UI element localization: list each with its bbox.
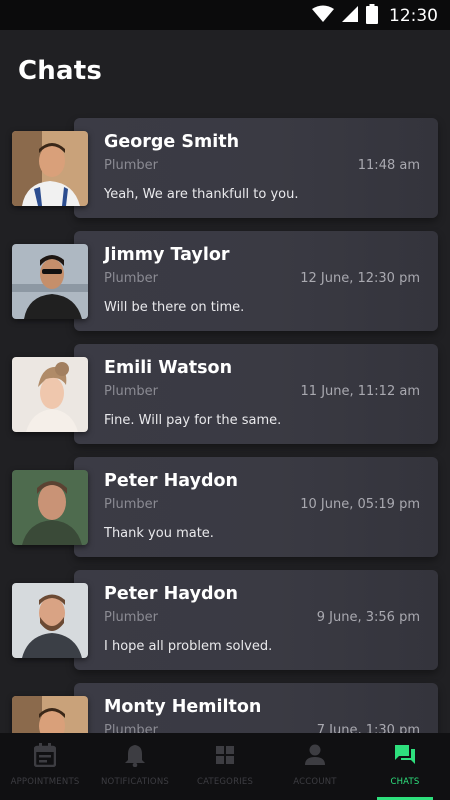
nav-label: CATEGORIES [196, 777, 254, 787]
contact-role: Plumber [104, 384, 158, 399]
status-time: 12:30 [389, 6, 438, 26]
nav-label: NOTIFICATIONS [101, 777, 169, 787]
message-time: 9 June, 3:56 pm [316, 610, 420, 625]
message-preview: Yeah, We are thankfull to you. [104, 187, 299, 202]
message-preview: Fine. Will pay for the same. [104, 413, 282, 428]
avatar [12, 583, 88, 658]
contact-name: Jimmy Taylor [104, 245, 230, 265]
nav-label: APPOINTMENTS [10, 777, 80, 787]
calendar-icon [33, 743, 57, 768]
chat-item[interactable]: Emili Watson Plumber 11 June, 11:12 am F… [0, 344, 450, 457]
chat-item[interactable]: Jimmy Taylor Plumber 12 June, 12:30 pm W… [0, 231, 450, 344]
chat-item[interactable]: Peter Haydon Plumber 9 June, 3:56 pm I h… [0, 570, 450, 683]
nav-appointments[interactable]: APPOINTMENTS [0, 733, 90, 800]
status-icons: 12:30 [312, 4, 438, 28]
bell-icon [125, 743, 145, 768]
contact-role: Plumber [104, 497, 158, 512]
avatar [12, 131, 88, 206]
contact-role: Plumber [104, 271, 158, 286]
message-time: 10 June, 05:19 pm [300, 497, 420, 512]
nav-label: CHATS [390, 777, 420, 787]
grid-icon [215, 743, 235, 767]
contact-name: Monty Hemilton [104, 697, 262, 717]
message-preview: I hope all problem solved. [104, 639, 273, 654]
nav-chats[interactable]: CHATS [360, 733, 450, 800]
avatar [12, 244, 88, 319]
chat-icon [394, 743, 416, 767]
contact-role: Plumber [104, 158, 158, 173]
signal-icon [341, 5, 359, 27]
message-time: 12 June, 12:30 pm [300, 271, 420, 286]
contact-name: Peter Haydon [104, 584, 238, 604]
avatar [12, 357, 88, 432]
message-time: 11:48 am [357, 158, 420, 173]
nav-account[interactable]: ACCOUNT [270, 733, 360, 800]
message-preview: Thank you mate. [104, 526, 214, 541]
message-time: 11 June, 11:12 am [300, 384, 420, 399]
chat-item[interactable]: Peter Haydon Plumber 10 June, 05:19 pm T… [0, 457, 450, 570]
nav-categories[interactable]: CATEGORIES [180, 733, 270, 800]
wifi-icon [312, 5, 334, 27]
contact-name: Peter Haydon [104, 471, 238, 491]
message-preview: Will be there on time. [104, 300, 245, 315]
contact-role: Plumber [104, 610, 158, 625]
avatar [12, 470, 88, 545]
contact-name: George Smith [104, 132, 240, 152]
page-title: Chats [18, 56, 103, 86]
bottom-nav: APPOINTMENTS NOTIFICATIONS CATEGORIES AC… [0, 733, 450, 800]
contact-name: Emili Watson [104, 358, 233, 378]
nav-label: ACCOUNT [293, 777, 337, 787]
nav-notifications[interactable]: NOTIFICATIONS [90, 733, 180, 800]
chat-list: George Smith Plumber 11:48 am Yeah, We a… [0, 118, 450, 796]
status-bar: 12:30 [0, 0, 450, 30]
chat-item[interactable]: George Smith Plumber 11:48 am Yeah, We a… [0, 118, 450, 231]
battery-icon [366, 4, 378, 28]
person-icon [305, 743, 325, 767]
